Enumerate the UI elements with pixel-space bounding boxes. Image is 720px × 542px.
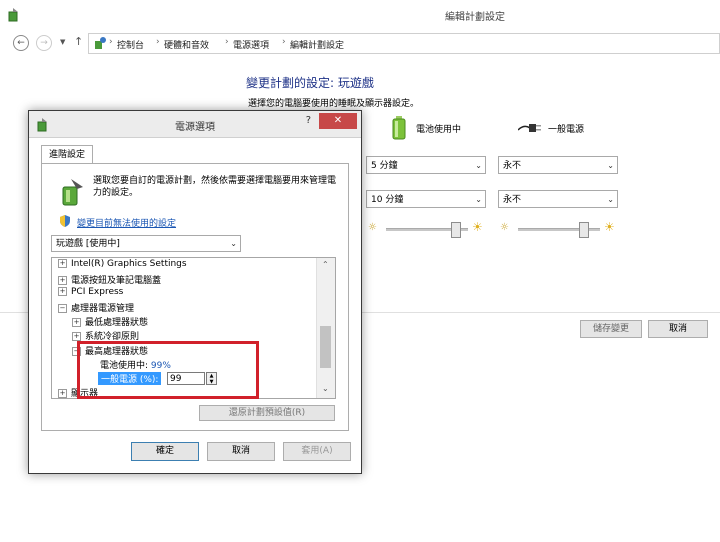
- power-plan-icon: [57, 177, 87, 210]
- expand-icon[interactable]: +: [72, 318, 81, 327]
- expand-icon[interactable]: +: [72, 332, 81, 341]
- plugged-column-label: 一般電源: [548, 125, 585, 135]
- sleep-plugged-value: 永不: [503, 195, 522, 205]
- scroll-down-icon[interactable]: ⌄: [322, 384, 329, 393]
- expand-icon[interactable]: +: [58, 276, 67, 285]
- display-off-battery-select[interactable]: 5 分鐘 ⌄: [366, 156, 486, 174]
- sleep-battery-value: 10 分鐘: [371, 195, 404, 205]
- expand-icon[interactable]: +: [58, 287, 67, 296]
- bright-sun-icon: ☀: [472, 220, 483, 234]
- dim-sun-icon: ☼: [500, 222, 509, 233]
- close-icon: ✕: [333, 115, 343, 126]
- help-button[interactable]: ?: [306, 115, 311, 126]
- recent-dropdown-icon[interactable]: ▼: [60, 38, 65, 46]
- arrow-right-icon: →: [40, 38, 48, 48]
- forward-button[interactable]: →: [36, 35, 52, 51]
- control-panel-icon: [93, 36, 107, 53]
- breadcrumb-hardware-sound[interactable]: 硬體和音效: [164, 38, 209, 51]
- restore-defaults-button[interactable]: 還原計劃預設值(R): [199, 405, 335, 421]
- dialog-title: 電源選項: [175, 122, 215, 133]
- apply-button[interactable]: 套用(A): [283, 442, 351, 461]
- breadcrumb-edit-plan[interactable]: 編輯計劃設定: [290, 38, 344, 51]
- breadcrumb-power-options[interactable]: 電源選項: [233, 38, 269, 51]
- plan-select-value: 玩遊戲 [使用中]: [56, 239, 120, 249]
- shield-icon: [59, 215, 71, 230]
- slider-thumb[interactable]: [579, 222, 589, 238]
- main-cancel-button[interactable]: 取消: [648, 320, 708, 338]
- tree-item-label: PCI Express: [71, 287, 124, 297]
- close-button[interactable]: ✕: [319, 113, 357, 129]
- expand-icon[interactable]: +: [58, 259, 67, 268]
- scroll-up-icon[interactable]: ⌃: [322, 260, 329, 269]
- tree-item[interactable]: + Intel(R) Graphics Settings: [58, 259, 187, 272]
- plug-icon: [517, 122, 542, 137]
- dialog-title-bar: 電源選項 ? ✕: [29, 111, 361, 138]
- breadcrumb-control-panel[interactable]: 控制台: [117, 38, 144, 51]
- tree-item[interactable]: + 最低處理器狀態: [72, 315, 148, 328]
- brightness-plugged-slider[interactable]: [518, 222, 600, 238]
- main-title-bar: 編輯計劃設定: [0, 0, 720, 29]
- sleep-plugged-select[interactable]: 永不 ⌄: [498, 190, 618, 208]
- change-settings-link[interactable]: 變更目前無法使用的設定: [77, 216, 176, 229]
- page-subtitle: 選擇您的電腦要使用的睡眠及顯示器設定。: [248, 99, 420, 109]
- battery-icon: [392, 116, 406, 143]
- dim-sun-icon: ☼: [368, 222, 377, 233]
- display-off-plugged-value: 永不: [503, 161, 522, 171]
- plan-select[interactable]: 玩遊戲 [使用中] ⌄: [51, 235, 241, 252]
- chevron-icon: ›: [156, 37, 160, 47]
- brightness-battery-slider[interactable]: [386, 222, 468, 238]
- page-title: 變更計劃的設定: 玩遊戲: [246, 76, 374, 90]
- collapse-icon[interactable]: −: [58, 304, 67, 313]
- tree-item-label: 最低處理器狀態: [85, 318, 149, 328]
- tree-item[interactable]: − 處理器電源管理: [58, 301, 134, 314]
- save-changes-button[interactable]: 儲存變更: [580, 320, 642, 338]
- display-off-plugged-select[interactable]: 永不 ⌄: [498, 156, 618, 174]
- arrow-left-icon: ←: [17, 38, 25, 48]
- up-arrow-icon[interactable]: ↑: [74, 35, 83, 48]
- display-off-battery-value: 5 分鐘: [371, 161, 398, 171]
- battery-column-label: 電池使用中: [416, 125, 462, 135]
- chevron-down-icon: ⌄: [607, 195, 614, 204]
- chevron-icon: ›: [225, 37, 229, 47]
- tree-item-label: 處理器電源管理: [71, 304, 135, 314]
- sleep-battery-select[interactable]: 10 分鐘 ⌄: [366, 190, 486, 208]
- address-bar: ← → ▼ ↑ › 控制台 › 硬體和音效 › 電源選項 › 編輯計劃設定: [0, 28, 720, 59]
- chevron-down-icon: ⌄: [475, 161, 482, 170]
- power-options-dialog: 電源選項 ? ✕ 進階設定 選取您要自訂的電源計劃，然後依需要選擇電腦要用來管理…: [28, 110, 362, 474]
- tree-scrollbar[interactable]: ⌃ ⌄: [316, 258, 335, 398]
- chevron-down-icon: ⌄: [607, 161, 614, 170]
- chevron-down-icon: ⌄: [230, 239, 237, 248]
- bright-sun-icon: ☀: [604, 220, 615, 234]
- highlight-annotation: [77, 341, 259, 399]
- ok-button[interactable]: 確定: [131, 442, 199, 461]
- dialog-intro-text: 選取您要自訂的電源計劃，然後依需要選擇電腦要用來管理電力的設定。: [93, 176, 337, 198]
- tab-advanced-settings[interactable]: 進階設定: [41, 145, 93, 164]
- scrollbar-thumb[interactable]: [320, 326, 331, 368]
- tree-item[interactable]: + 電源按鈕及筆記電腦蓋: [58, 273, 161, 286]
- slider-thumb[interactable]: [451, 222, 461, 238]
- chevron-down-icon: ⌄: [475, 195, 482, 204]
- tree-item-label: 電源按鈕及筆記電腦蓋: [71, 276, 162, 286]
- address-box[interactable]: › 控制台 › 硬體和音效 › 電源選項 › 編輯計劃設定: [88, 33, 720, 54]
- expand-icon[interactable]: +: [58, 389, 67, 398]
- chevron-icon: ›: [109, 37, 113, 47]
- tree-item-label: Intel(R) Graphics Settings: [71, 259, 187, 269]
- window-title: 編輯計劃設定: [445, 12, 505, 23]
- chevron-icon: ›: [282, 37, 286, 47]
- back-button[interactable]: ←: [13, 35, 29, 51]
- dialog-cancel-button[interactable]: 取消: [207, 442, 275, 461]
- tree-item[interactable]: + PCI Express: [58, 287, 123, 300]
